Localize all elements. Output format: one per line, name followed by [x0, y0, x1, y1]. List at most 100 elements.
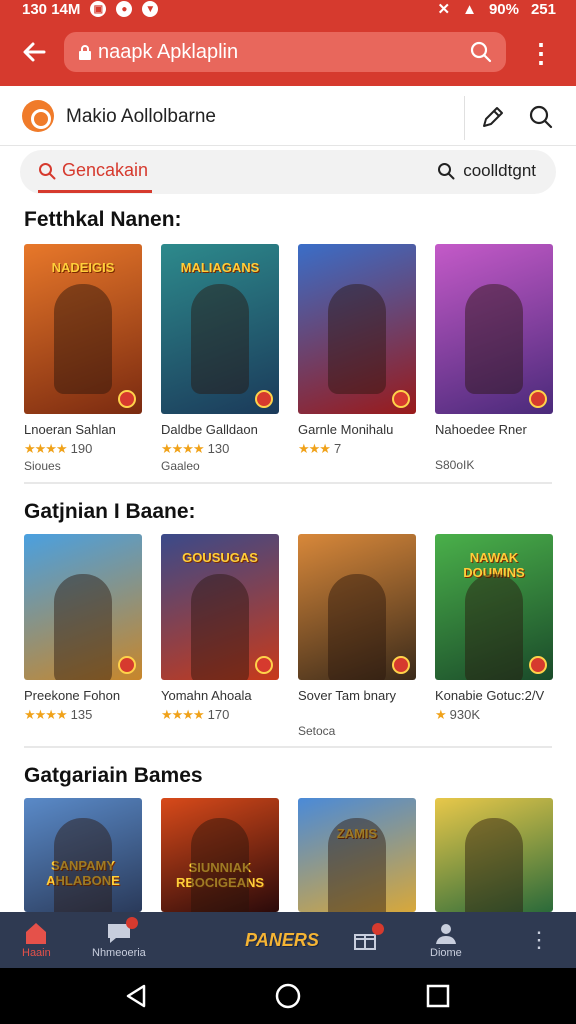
tab-label: coolldtgnt — [463, 161, 536, 180]
game-rating: ★★★★ 130 — [161, 441, 230, 456]
game-name: Garnle Monihalu — [298, 422, 394, 437]
game-rating — [298, 707, 416, 722]
game-name: Sover Tam bnary — [298, 688, 397, 703]
search-icon[interactable] — [528, 104, 554, 130]
wifi-icon: ▲ — [462, 0, 477, 18]
game-name: Yomahn Ahoala — [161, 688, 252, 703]
section-divider — [24, 482, 552, 484]
game-name: Daldbe Galldaon — [161, 422, 258, 437]
game-row: Preekone Fohon ★★★★ 135 GOUSUGAS Yomahn A… — [24, 534, 553, 738]
section-title: Gatjnian I Baane: — [24, 500, 196, 523]
notification-dot — [372, 923, 384, 935]
category-tabs: Gencakain coolldtgnt — [20, 150, 556, 194]
game-rating: ★★★★ 190 — [24, 441, 93, 456]
search-icon[interactable] — [470, 41, 492, 63]
game-row: NADEIGIS Lnoeran Sahlan ★★★★ 190 Sioues M… — [24, 244, 553, 473]
game-sub: Gaaleo — [161, 459, 200, 473]
tab-right[interactable]: coolldtgnt — [437, 161, 536, 181]
system-back-icon[interactable] — [122, 982, 150, 1010]
game-card[interactable]: Garnle Monihalu ★★★ 7 — [298, 244, 416, 473]
status-time: 130 14M — [22, 0, 81, 18]
game-sub: S80oIK — [435, 458, 475, 472]
game-cover[interactable]: ZAMIS — [298, 798, 416, 912]
game-cover[interactable]: GOUSUGAS — [161, 534, 279, 680]
game-name: Lnoeran Sahlan — [24, 422, 116, 437]
user-icon — [435, 924, 456, 944]
game-card[interactable]: NADEIGIS Lnoeran Sahlan ★★★★ 190 Sioues — [24, 244, 142, 473]
game-name: Preekone Fohon — [24, 688, 121, 703]
game-card[interactable]: Preekone Fohon ★★★★ 135 — [24, 534, 142, 738]
notification-dot — [125, 917, 138, 929]
home-icon — [26, 923, 47, 944]
tab-underline — [38, 190, 152, 193]
game-rating: ★ 930K — [435, 707, 481, 722]
edit-icon[interactable] — [480, 104, 506, 130]
url-text: naapk Apklaplin — [98, 40, 239, 63]
game-card[interactable]: Sover Tam bnary Setoca — [298, 534, 416, 738]
tab-active[interactable]: Gencakain — [38, 160, 152, 193]
site-header: Makio Aollolbarne — [0, 86, 576, 146]
game-cover[interactable] — [298, 534, 416, 680]
more-vert-icon[interactable]: ⋮ — [526, 38, 556, 68]
lock-icon — [79, 45, 91, 60]
tab-label: Gencakain — [62, 160, 149, 180]
nav-gifts[interactable] — [352, 912, 384, 968]
system-nav-bar — [0, 968, 576, 1024]
game-rating: ★★★★ 170 — [161, 707, 230, 722]
game-card[interactable] — [435, 798, 553, 912]
game-rating — [435, 441, 553, 456]
game-rating: ★★★★ 135 — [24, 707, 93, 722]
search-icon — [39, 162, 56, 179]
mute-icon: ✕ — [437, 1, 451, 18]
game-card[interactable]: ZAMIS — [298, 798, 416, 912]
chat-icon — [106, 917, 138, 945]
status-bar: 130 14M ▣ ● ▼ ✕ ▲ 90% 251 — [0, 0, 576, 20]
game-cover[interactable]: SANPAMY AHLABONE — [24, 798, 142, 912]
url-bar[interactable]: naapk Apklaplin — [64, 32, 506, 72]
game-cover[interactable] — [298, 244, 416, 414]
browser-toolbar: naapk Apklaplin ⋮ — [0, 20, 576, 86]
section-title: Gatgariain Bames — [24, 764, 203, 787]
game-name: Konabie Gotuc:2/V — [435, 688, 545, 703]
game-cover[interactable]: NAWAK DOUMINS — [435, 534, 553, 680]
game-rating: ★★★ 7 — [298, 441, 342, 456]
back-button[interactable] — [18, 36, 50, 68]
game-cover[interactable]: SIUNNIAK RBOCIGEANS — [161, 798, 279, 912]
back-arrow-icon — [23, 42, 46, 62]
nav-home[interactable]: Haain — [22, 912, 51, 968]
game-card[interactable]: SIUNNIAK RBOCIGEANS — [161, 798, 279, 912]
nav-messages[interactable]: Nhmeoeria — [92, 912, 146, 968]
site-title: Makio Aollolbarne — [66, 106, 216, 127]
more-vert-icon[interactable]: ⋮ — [528, 912, 550, 968]
game-cover[interactable]: NADEIGIS — [24, 244, 142, 414]
game-cover[interactable] — [435, 798, 553, 912]
notification-icon: ● — [116, 1, 133, 17]
search-icon — [438, 163, 455, 180]
game-card[interactable]: GOUSUGAS Yomahn Ahoala ★★★★ 170 — [161, 534, 279, 738]
nav-promo-banner[interactable]: PANERS — [240, 912, 324, 968]
notification-icon: ▼ — [142, 1, 159, 17]
section-title: Fetthkal Nanen: — [24, 208, 182, 231]
nav-profile[interactable]: Diome — [430, 912, 462, 968]
game-card[interactable]: MALIAGANS Daldbe Galldaon ★★★★ 130 Gaaleo — [161, 244, 279, 473]
game-cover[interactable] — [435, 244, 553, 414]
game-sub: Sioues — [24, 459, 61, 473]
gift-icon — [352, 923, 384, 951]
game-sub: Setoca — [298, 724, 336, 738]
battery-level: 90% — [488, 0, 519, 18]
signal-level: 251 — [530, 0, 556, 18]
system-home-icon[interactable] — [274, 982, 302, 1010]
divider — [464, 96, 465, 140]
bottom-nav: Haain Nhmeoeria PANERS Diome ⋮ — [0, 912, 576, 968]
game-row: SANPAMY AHLABONE SIUNNIAK RBOCIGEANS ZAM… — [24, 798, 553, 912]
system-recents-icon[interactable] — [424, 982, 452, 1010]
notification-icon: ▣ — [90, 1, 107, 17]
game-card[interactable]: SANPAMY AHLABONE — [24, 798, 142, 912]
section-divider — [24, 746, 552, 748]
game-card[interactable]: NAWAK DOUMINS Konabie Gotuc:2/V ★ 930K — [435, 534, 553, 738]
site-logo[interactable] — [22, 100, 54, 132]
game-cover[interactable] — [24, 534, 142, 680]
game-card[interactable]: Nahoedee Rner S80oIK — [435, 244, 553, 473]
game-name: Nahoedee Rner — [435, 422, 527, 437]
game-cover[interactable]: MALIAGANS — [161, 244, 279, 414]
